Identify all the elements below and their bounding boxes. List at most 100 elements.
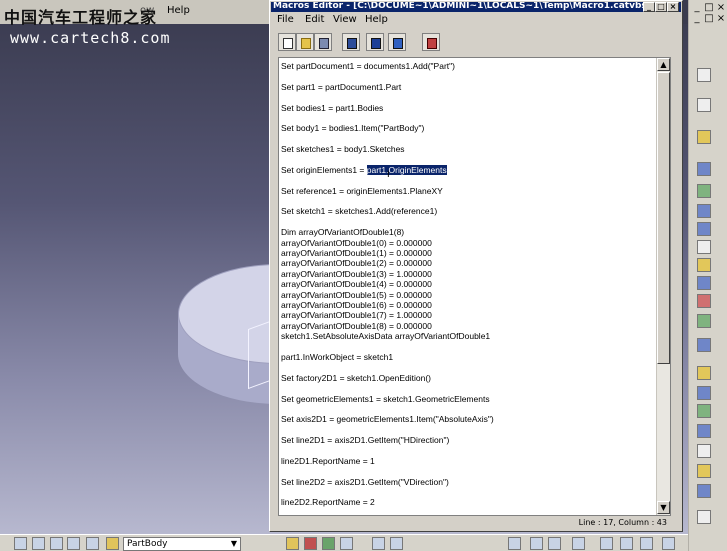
code-line[interactable] [281, 134, 657, 144]
scale-icon[interactable] [697, 444, 711, 458]
code-line[interactable]: line2D1.ReportName = 1 [281, 456, 657, 466]
code-line[interactable]: arrayOfVariantOfDouble1(4) = 0.000000 [281, 279, 657, 289]
select-tool-icon[interactable] [697, 68, 711, 82]
code-line[interactable]: Set bodies1 = part1.Bodies [281, 103, 657, 113]
chevron-down-icon[interactable]: ▼ [229, 539, 239, 549]
menu-file[interactable]: File [274, 13, 297, 26]
object-browser-icon[interactable] [366, 33, 384, 51]
code-line[interactable]: Set sketch1 = sketches1.Add(reference1) [281, 206, 657, 216]
code-line[interactable]: Set axis2D1 = geometricElements1.Item("A… [281, 414, 657, 424]
pattern-icon[interactable] [697, 424, 711, 438]
code-line[interactable] [281, 362, 657, 372]
code-line[interactable]: Set factory2D1 = sketch1.OpenEdition() [281, 373, 657, 383]
shell-icon[interactable] [697, 366, 711, 380]
code-lines[interactable]: Set partDocument1 = documents1.Add("Part… [281, 61, 657, 508]
editor-titlebar[interactable]: Macros Editor - [C:\DOCUME~1\ADMINI~1\LO… [271, 2, 681, 12]
code-line[interactable]: Set line2D1 = axis2D1.GetItem("HDirectio… [281, 435, 657, 445]
code-line[interactable] [281, 425, 657, 435]
formula-icon[interactable] [372, 537, 385, 550]
knowledge-icon[interactable] [322, 537, 335, 550]
sketcher-icon[interactable] [697, 130, 711, 144]
pointer-icon[interactable] [697, 98, 711, 112]
doc-restore-button[interactable]: □ [703, 13, 715, 25]
code-line[interactable]: arrayOfVariantOfDouble1(5) = 0.000000 [281, 290, 657, 300]
menu-view[interactable]: View [330, 13, 360, 26]
code-editor[interactable]: Set partDocument1 = documents1.Add("Part… [278, 57, 671, 516]
editor-maximize-button[interactable]: □ [655, 2, 667, 12]
law-icon[interactable] [390, 537, 403, 550]
menu-edit[interactable]: Edit [302, 13, 327, 26]
macros-editor-window[interactable]: Macros Editor - [C:\DOCUME~1\ADMINI~1\LO… [269, 0, 683, 532]
code-line[interactable] [281, 92, 657, 102]
refresh-icon[interactable] [14, 537, 27, 550]
code-line[interactable] [281, 487, 657, 497]
editor-close-button[interactable]: × [667, 2, 679, 12]
debug-icon[interactable] [422, 33, 440, 51]
code-line[interactable]: Set partDocument1 = documents1.Add("Part… [281, 61, 657, 71]
selected-text[interactable]: part1.OriginElements [366, 164, 447, 175]
hide-show-icon[interactable] [572, 537, 585, 550]
code-line[interactable] [281, 155, 657, 165]
code-line[interactable]: part1.InWorkObject = sketch1 [281, 352, 657, 362]
chamfer-icon[interactable] [697, 314, 711, 328]
mirror-icon[interactable] [697, 404, 711, 418]
grid-icon[interactable] [86, 537, 99, 550]
code-line[interactable] [281, 342, 657, 352]
fillet-icon[interactable] [697, 294, 711, 308]
scroll-down-button[interactable]: ▼ [657, 501, 670, 514]
apply-material-icon[interactable] [697, 484, 711, 498]
catalog-icon[interactable] [286, 537, 299, 550]
code-line[interactable] [281, 445, 657, 455]
shaft-icon[interactable] [697, 204, 711, 218]
draft-icon[interactable] [697, 338, 711, 352]
vertical-scrollbar[interactable]: ▲ ▼ [656, 58, 670, 515]
code-line[interactable] [281, 113, 657, 123]
wireframe-icon[interactable] [600, 537, 613, 550]
view-normal-icon[interactable] [508, 537, 521, 550]
thickness-icon[interactable] [697, 386, 711, 400]
axis-icon[interactable] [32, 537, 45, 550]
slot-icon[interactable] [697, 276, 711, 290]
code-line[interactable]: arrayOfVariantOfDouble1(6) = 0.000000 [281, 300, 657, 310]
swap-icon[interactable] [620, 537, 633, 550]
parameters-icon[interactable] [340, 537, 353, 550]
save-icon[interactable] [314, 33, 332, 51]
code-line[interactable] [281, 175, 657, 185]
pocket-icon[interactable] [697, 184, 711, 198]
code-line[interactable]: Set geometricElements1 = sketch1.Geometr… [281, 394, 657, 404]
code-line[interactable] [281, 196, 657, 206]
code-line[interactable]: line2D2.ReportName = 2 [281, 497, 657, 507]
view-iso-icon[interactable] [530, 537, 543, 550]
doc-close-button[interactable]: × [715, 13, 727, 25]
doc-minimize-button[interactable]: _ [691, 13, 703, 25]
boolean-icon[interactable] [697, 464, 711, 478]
code-line[interactable]: Dim arrayOfVariantOfDouble1(8) [281, 227, 657, 237]
list-icon[interactable] [67, 537, 80, 550]
code-line[interactable]: sketch1.SetAbsoluteAxisData arrayOfVaria… [281, 331, 657, 341]
menu-help[interactable]: Help [362, 13, 391, 26]
editor-minimize-button[interactable]: _ [643, 2, 655, 12]
code-line[interactable]: arrayOfVariantOfDouble1(1) = 0.000000 [281, 248, 657, 258]
filter-icon[interactable] [50, 537, 63, 550]
open-file-icon[interactable] [296, 33, 314, 51]
code-line[interactable] [281, 466, 657, 476]
pan-icon[interactable] [640, 537, 653, 550]
code-line[interactable] [281, 404, 657, 414]
body-icon[interactable] [106, 537, 119, 550]
record-macro-icon[interactable] [304, 537, 317, 550]
run-macro-icon[interactable] [342, 33, 360, 51]
code-line[interactable] [281, 71, 657, 81]
rib-icon[interactable] [697, 258, 711, 272]
new-file-icon[interactable] [278, 33, 296, 51]
code-line[interactable]: arrayOfVariantOfDouble1(0) = 0.000000 [281, 238, 657, 248]
code-line[interactable]: arrayOfVariantOfDouble1(3) = 1.000000 [281, 269, 657, 279]
hole-icon[interactable] [697, 240, 711, 254]
code-line[interactable]: Set body1 = bodies1.Item("PartBody") [281, 123, 657, 133]
code-line[interactable]: Set sketches1 = body1.Sketches [281, 144, 657, 154]
pad-icon[interactable] [697, 162, 711, 176]
scrollbar-thumb[interactable] [657, 72, 670, 364]
measure-icon[interactable] [697, 510, 711, 524]
code-line[interactable] [281, 383, 657, 393]
code-line[interactable]: Set part1 = partDocument1.Part [281, 82, 657, 92]
catia-menu-help[interactable]: Help [167, 5, 190, 16]
